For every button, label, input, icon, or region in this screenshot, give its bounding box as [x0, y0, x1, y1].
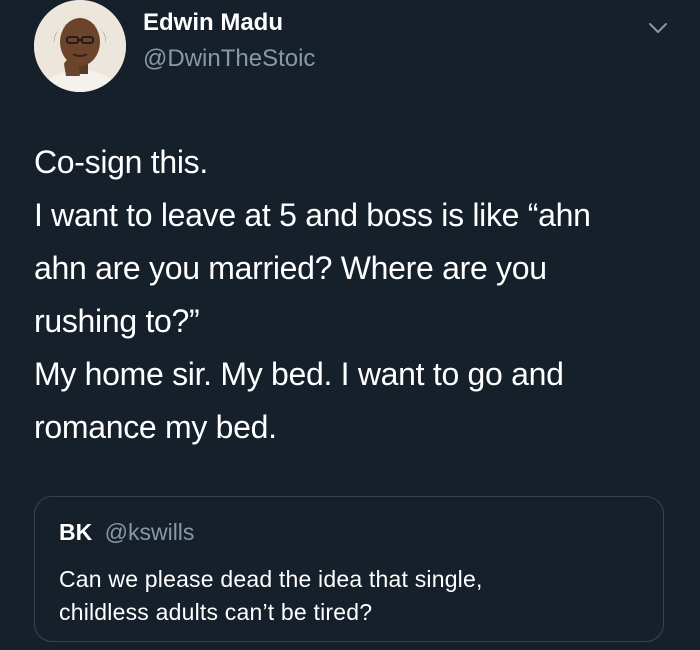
- quoted-author-handle: @kswills: [104, 519, 195, 545]
- author-handle[interactable]: @DwinTheStoic: [143, 45, 315, 73]
- quoted-tweet-text: Can we please dead the idea that single,…: [59, 563, 649, 629]
- avatar[interactable]: [34, 0, 126, 92]
- tweet-text-line: romance my bed.: [34, 409, 277, 445]
- author-name[interactable]: Edwin Madu: [143, 9, 283, 37]
- tweet-text-line: rushing to?”: [34, 303, 200, 339]
- tweet-text-line: Co-sign this.: [34, 144, 208, 180]
- profile-photo-icon: [34, 0, 126, 92]
- tweet-text-line: I want to leave at 5 and boss is like “a…: [34, 197, 591, 233]
- tweet-text-line: My home sir. My bed. I want to go and: [34, 356, 564, 392]
- tweet-text: Co-sign this. I want to leave at 5 and b…: [34, 136, 674, 454]
- tweet: Edwin Madu @DwinTheStoic Co-sign this. I…: [0, 0, 700, 650]
- quoted-tweet-header: BK @kswills: [59, 519, 194, 546]
- quoted-tweet-card[interactable]: BK @kswills Can we please dead the idea …: [34, 496, 664, 642]
- quoted-text-line: Can we please dead the idea that single,: [59, 566, 483, 592]
- quoted-text-line: childless adults can’t be tired?: [59, 599, 373, 625]
- quoted-author-name: BK: [59, 519, 93, 545]
- tweet-text-line: ahn are you married? Where are you: [34, 250, 547, 286]
- chevron-down-icon[interactable]: [647, 20, 669, 36]
